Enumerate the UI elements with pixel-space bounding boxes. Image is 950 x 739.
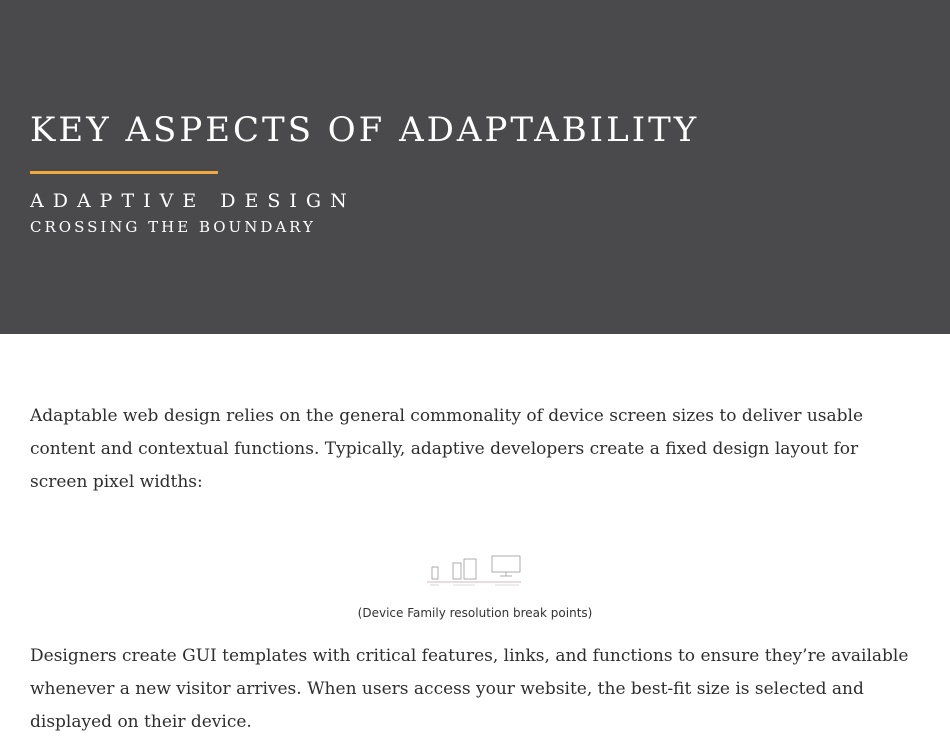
body-paragraph: Designers create GUI templates with crit… bbox=[30, 646, 909, 732]
hero-banner: KEY ASPECTS OF ADAPTABILITY ADAPTIVE DES… bbox=[0, 0, 950, 334]
page-title: KEY ASPECTS OF ADAPTABILITY bbox=[30, 110, 700, 150]
device-family-breakpoints-icon bbox=[427, 555, 521, 586]
hero-tagline: CROSSING THE BOUNDARY bbox=[30, 218, 316, 236]
hero-subtitle: ADAPTIVE DESIGN bbox=[30, 190, 356, 212]
title-underline bbox=[30, 171, 218, 174]
intro-paragraph: Adaptable web design relies on the gener… bbox=[30, 406, 864, 492]
figure-caption: (Device Family resolution break points) bbox=[357, 606, 593, 620]
